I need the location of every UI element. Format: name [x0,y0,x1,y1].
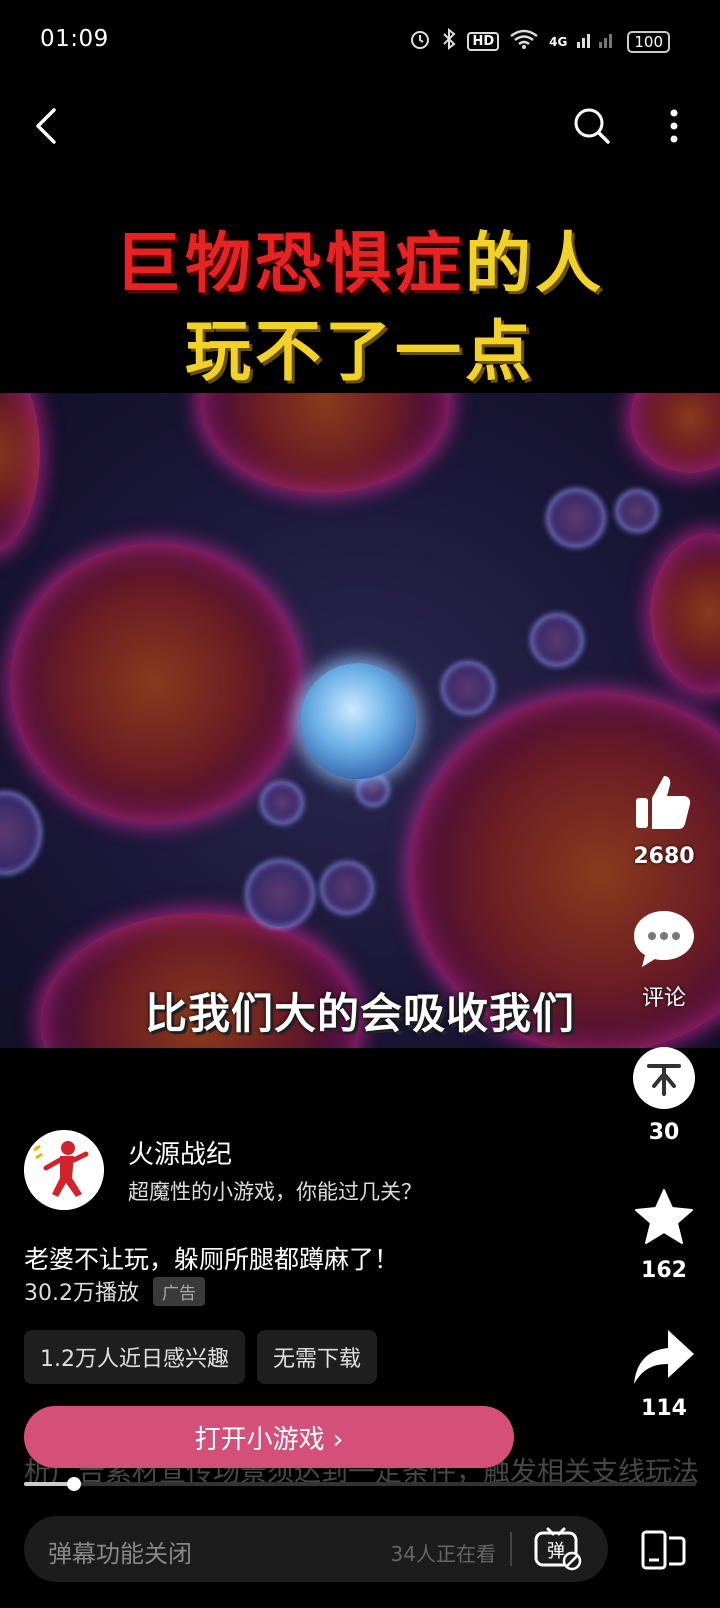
alarm-icon [409,28,431,55]
cell-bubble [0,393,40,553]
battery-indicator: 100 [627,30,670,53]
wifi-icon [509,28,539,55]
progress-bar[interactable] [24,1477,696,1491]
small-bubble [247,861,313,927]
title-yellow-text-1: 的人 [465,225,605,302]
status-time: 01:09 [40,26,109,52]
danmaku-toggle-icon: 弹 [534,1527,582,1575]
danmaku-input[interactable]: 弹幕功能关闭 [48,1534,192,1569]
share-button[interactable]: 114 [620,1328,708,1421]
author-name[interactable]: 火源战纪 [128,1134,232,1171]
search-button[interactable] [562,98,622,158]
cell-bubble [630,393,720,473]
signal-icon [577,28,617,55]
small-bubble [322,863,372,913]
interest-chip[interactable]: 1.2万人近日感兴趣 [24,1330,245,1384]
small-bubble [548,490,604,546]
comment-button[interactable]: 评论 [620,908,708,1012]
comment-bubble-icon [632,908,696,974]
share-arrow-icon [632,1328,696,1390]
comment-label: 评论 [641,986,686,1011]
coin-icon [632,1046,696,1114]
video-subtitle: 比我们大的会吸收我们 [144,989,575,1038]
favorite-count: 162 [641,1258,687,1283]
small-bubble [358,775,388,805]
danmaku-bar: 弹幕功能关闭 34人正在看 弹 [24,1516,608,1582]
screen-mode-button[interactable] [640,1526,688,1574]
hd-icon: HD [467,32,500,51]
title-red-text: 巨物恐惧症 [115,225,465,302]
small-bubble [443,663,493,713]
small-bubble [262,783,302,823]
small-bubble [0,793,40,873]
search-icon [573,107,611,149]
divider [510,1532,512,1566]
thumbs-up-icon [632,770,696,838]
chips-row: 1.2万人近日感兴趣 无需下载 [24,1330,378,1384]
play-count: 30.2万播放 [24,1281,139,1306]
player-bubble [300,663,416,779]
danmaku-toggle-button[interactable]: 弹 [534,1527,582,1571]
coin-button[interactable]: 30 [620,1046,708,1145]
screen-mode-icon [640,1530,688,1578]
open-minigame-button[interactable]: 打开小游戏 › [24,1406,514,1468]
play-count-row: 30.2万播放 广告 [24,1275,205,1307]
back-button[interactable] [16,98,76,158]
star-icon [633,1188,695,1252]
more-vertical-icon [669,108,679,148]
cell-bubble [10,543,300,823]
top-nav [0,84,720,184]
video-player[interactable]: 巨物恐惧症的人 玩不了一点 比我们大的会吸收我们 [0,185,720,1065]
watching-count: 34人正在看 [390,1542,496,1566]
ad-badge: 广告 [153,1276,205,1306]
coin-count: 30 [648,1120,680,1145]
small-bubble [617,491,657,531]
video-title-overlay: 巨物恐惧症的人 玩不了一点 [0,220,720,396]
no-download-chip[interactable]: 无需下载 [257,1330,378,1384]
bluetooth-icon [441,27,457,55]
like-count: 2680 [633,844,695,869]
cell-bubble [200,393,450,493]
avatar[interactable] [24,1130,104,1210]
svg-text:弹: 弹 [547,1541,565,1562]
title-yellow-text-2: 玩不了一点 [185,313,535,390]
favorite-button[interactable]: 162 [620,1188,708,1283]
back-arrow-icon [32,106,60,150]
ad-description: 超魔性的小游戏，你能过几关？ [128,1180,422,1204]
small-bubble [532,615,582,665]
cell-bubble [650,533,720,693]
status-icons: HD 4G 100 [409,27,670,55]
game-scene-image [0,393,720,1048]
share-count: 114 [641,1396,687,1421]
network-label: 4G [549,34,568,49]
like-button[interactable]: 2680 [620,770,708,869]
more-button[interactable] [644,98,704,158]
status-bar: 01:09 HD 4G 100 [0,0,720,84]
video-caption: 老婆不让玩，躲厕所腿都蹲麻了！ [24,1245,400,1274]
